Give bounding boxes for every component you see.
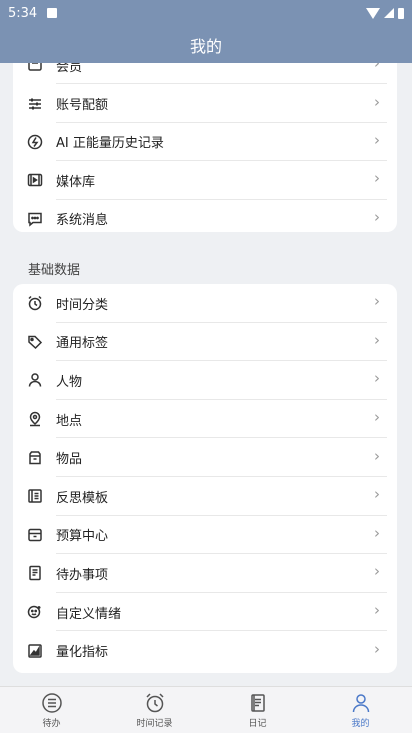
message-icon: [27, 211, 43, 227]
box-icon: [27, 450, 43, 466]
app-bar: 我的: [0, 26, 412, 63]
menu-item-label: 物品: [56, 452, 83, 468]
diary-icon: [250, 693, 265, 712]
notification-icon: [47, 8, 58, 18]
menu-item-time-category[interactable]: 时间分类 ›: [13, 284, 397, 323]
menu-item-places[interactable]: 地点 ›: [13, 400, 397, 439]
chevron-right-icon: ›: [374, 207, 380, 226]
menu-item-people[interactable]: 人物 ›: [13, 361, 397, 400]
chart-icon: [27, 643, 43, 659]
menu-item-media[interactable]: 媒体库 ›: [13, 161, 397, 200]
chevron-right-icon: ›: [374, 169, 380, 188]
tab-label: 我的: [351, 718, 370, 729]
alarm-clock-icon: [145, 692, 164, 712]
list-icon: [41, 692, 62, 713]
menu-item-label: 待办事项: [56, 567, 109, 583]
bottom-tab-bar: 待办 时间记录 日记 我的: [0, 686, 412, 733]
menu-item-label: 时间分类: [56, 297, 109, 313]
chevron-right-icon: ›: [374, 562, 380, 581]
chevron-right-icon: ›: [374, 331, 380, 350]
menu-item-metrics[interactable]: 量化指标 ›: [13, 631, 397, 670]
content-area[interactable]: 会员 › 账号配额 › AI 正能量历史记录 › 媒体库 › 系统消息 › 基础…: [0, 63, 412, 686]
page-title: 我的: [189, 36, 222, 56]
tab-time-record[interactable]: 时间记录: [103, 687, 206, 733]
menu-item-label: 系统消息: [56, 213, 109, 229]
tab-label: 时间记录: [136, 718, 173, 729]
status-icons: [366, 7, 404, 19]
menu-item-label: 会员: [56, 63, 83, 75]
todo-icon: [27, 565, 43, 581]
menu-item-label: 地点: [56, 413, 83, 429]
chevron-right-icon: ›: [374, 485, 380, 504]
menu-item-ai-history[interactable]: AI 正能量历史记录 ›: [13, 123, 397, 162]
member-icon: [27, 63, 43, 73]
menu-item-label: AI 正能量历史记录: [56, 136, 164, 152]
lightning-icon: [27, 134, 43, 150]
emotion-icon: [27, 604, 43, 620]
menu-item-label: 预算中心: [56, 529, 109, 545]
battery-icon: [398, 7, 404, 19]
chevron-right-icon: ›: [374, 601, 380, 620]
chevron-right-icon: ›: [374, 524, 380, 543]
media-icon: [27, 172, 43, 188]
chevron-right-icon: ›: [374, 292, 380, 311]
menu-item-items[interactable]: 物品 ›: [13, 438, 397, 477]
menu-item-label: 账号配额: [56, 98, 109, 114]
chevron-right-icon: ›: [374, 369, 380, 388]
tab-diary[interactable]: 日记: [206, 687, 309, 733]
tag-icon: [27, 334, 43, 350]
signal-icon: [384, 8, 394, 18]
wifi-icon: [366, 7, 380, 19]
chevron-right-icon: ›: [374, 446, 380, 465]
menu-item-label: 人物: [56, 374, 83, 390]
menu-item-label: 反思模板: [56, 490, 109, 506]
menu-item-todo[interactable]: 待办事项 ›: [13, 554, 397, 593]
status-bar: 5:34: [0, 0, 412, 26]
basic-data-card: 时间分类 › 通用标签 › 人物 › 地点 › 物品 › 反思模板 › 预算中心…: [13, 284, 397, 673]
menu-item-reflection-template[interactable]: 反思模板 ›: [13, 477, 397, 516]
menu-item-budget[interactable]: 预算中心 ›: [13, 516, 397, 555]
location-icon: [27, 411, 43, 427]
chevron-right-icon: ›: [374, 63, 380, 73]
menu-item-label: 量化指标: [56, 645, 109, 661]
person-icon: [27, 372, 43, 388]
section-title: 基础数据: [28, 263, 81, 278]
tab-label: 日记: [248, 718, 267, 729]
wallet-icon: [27, 527, 43, 543]
tab-label: 待办: [42, 718, 61, 729]
chevron-right-icon: ›: [374, 92, 380, 111]
menu-item-custom-emotion[interactable]: 自定义情绪 ›: [13, 593, 397, 632]
sliders-icon: [27, 96, 43, 112]
menu-item-quota[interactable]: 账号配额 ›: [13, 84, 397, 124]
menu-item-label: 通用标签: [56, 336, 109, 352]
chevron-right-icon: ›: [374, 131, 380, 150]
template-icon: [27, 488, 43, 504]
menu-item-member[interactable]: 会员 ›: [13, 63, 397, 85]
tab-todo[interactable]: 待办: [0, 687, 103, 733]
alarm-clock-icon: [27, 295, 43, 311]
menu-item-tags[interactable]: 通用标签 ›: [13, 323, 397, 362]
status-time: 5:34: [8, 5, 38, 21]
menu-item-label: 媒体库: [56, 174, 96, 190]
chevron-right-icon: ›: [374, 639, 380, 658]
chevron-right-icon: ›: [374, 408, 380, 427]
account-card: 会员 › 账号配额 › AI 正能量历史记录 › 媒体库 › 系统消息 ›: [13, 63, 397, 232]
person-icon: [352, 693, 369, 712]
menu-item-label: 自定义情绪: [56, 606, 122, 622]
tab-mine[interactable]: 我的: [309, 687, 412, 733]
menu-item-system-message[interactable]: 系统消息 ›: [13, 200, 397, 238]
